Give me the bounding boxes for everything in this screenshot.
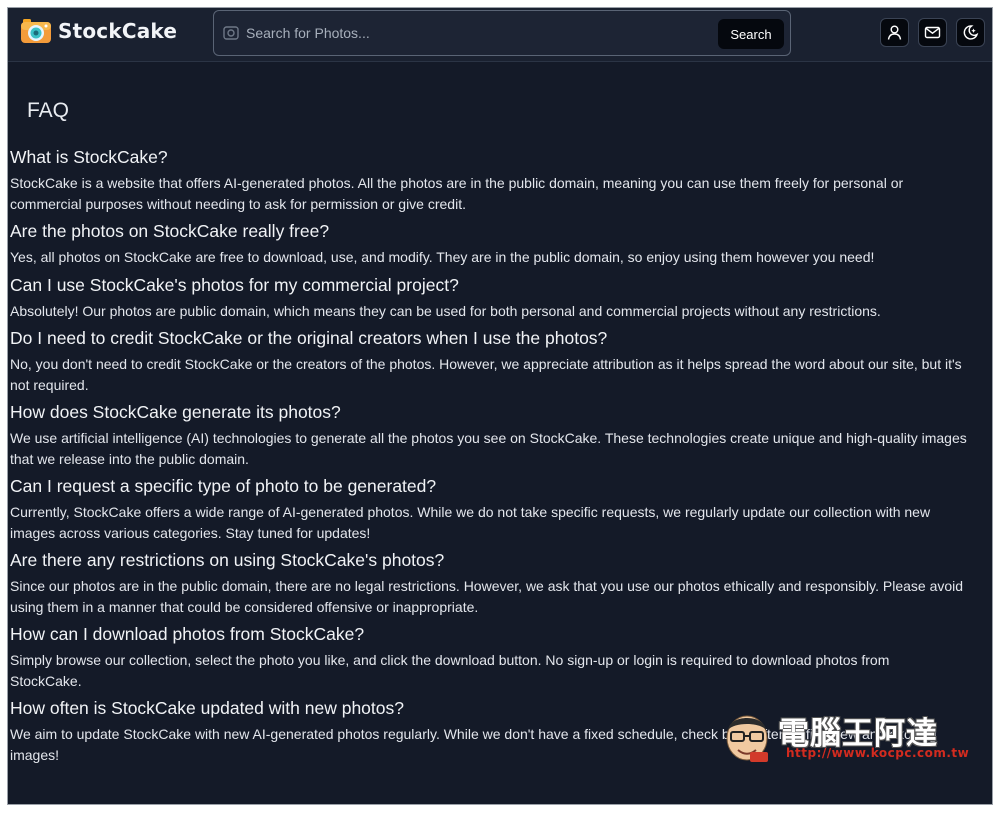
faq-question: Are the photos on StockCake really free? <box>10 221 330 241</box>
search-button[interactable]: Search <box>718 19 784 49</box>
faq-answer: Currently, StockCake offers a wide range… <box>10 502 992 543</box>
search-bar: Search <box>213 10 791 56</box>
faq-list: What is StockCake? StockCake is a websit… <box>10 145 992 770</box>
faq-answer: We use artificial intelligence (AI) tech… <box>10 428 992 469</box>
faq-answer-line: images! <box>10 746 60 763</box>
faq-answer-line: Yes, all photos on StockCake are free to… <box>10 249 875 265</box>
search-input[interactable] <box>246 19 706 47</box>
faq-item: Are there any restrictions on using Stoc… <box>10 548 992 617</box>
logo[interactable]: StockCake <box>20 17 177 44</box>
faq-answer: Absolutely! Our photos are public domain… <box>10 301 992 322</box>
browser-viewport: StockCake Search for Photos... Search FA… <box>7 7 993 805</box>
camera-cake-icon <box>21 19 51 43</box>
theme-toggle-button[interactable] <box>956 18 985 47</box>
contact-button[interactable] <box>918 18 947 47</box>
faq-answer-line: Since our photos are in the public domai… <box>10 578 964 594</box>
faq-answer: Simply browse our collection, select the… <box>10 650 992 691</box>
faq-question: What is StockCake? <box>10 147 168 167</box>
faq-answer: No, you don't need to credit StockCake o… <box>10 354 992 395</box>
faq-answer-line: StockCake is a website that offers AI-ge… <box>10 175 904 191</box>
mascot-face-icon <box>726 715 768 762</box>
mail-icon <box>924 26 941 39</box>
faq-answer-line: that we release into the public domain. <box>10 450 249 467</box>
faq-question: Can I use StockCake's photos for my comm… <box>10 274 459 295</box>
faq-item: Can I use StockCake's photos for my comm… <box>10 273 992 322</box>
watermark: 電腦王阿達 http://www.kocpc.com.tw <box>718 706 988 768</box>
faq-item: What is StockCake? StockCake is a websit… <box>10 145 992 214</box>
watermark-url: http://www.kocpc.com.tw <box>786 746 970 760</box>
faq-answer-line: Absolutely! Our photos are public domain… <box>10 302 881 319</box>
page-title: FAQ <box>27 99 70 122</box>
account-button[interactable] <box>880 18 909 47</box>
faq-answer-line: Currently, StockCake offers a wide range… <box>10 504 931 520</box>
faq-question: Can I request a specific type of photo t… <box>10 476 437 496</box>
faq-answer-line: commercial purposes without needing to a… <box>10 195 466 212</box>
faq-item: How can I download photos from StockCake… <box>10 622 992 691</box>
faq-answer-line: StockCake. <box>10 672 82 689</box>
logo-text: StockCake <box>58 18 178 43</box>
theme-toggle-icon <box>963 25 979 40</box>
faq-question: How can I download photos from StockCake… <box>10 624 365 644</box>
faq-item: How does StockCake generate its photos? … <box>10 400 992 469</box>
user-icon <box>887 25 902 40</box>
faq-answer-line: using them in a manner that could be con… <box>10 598 479 615</box>
top-navbar: StockCake Search <box>8 8 992 62</box>
faq-item: Are the photos on StockCake really free?… <box>10 219 992 268</box>
camera-search-icon[interactable] <box>222 24 240 42</box>
faq-answer: Since our photos are in the public domai… <box>10 576 992 617</box>
faq-answer-line: images across various categories. Stay t… <box>10 524 371 541</box>
faq-item: Can I request a specific type of photo t… <box>10 474 992 543</box>
faq-answer: Yes, all photos on StockCake are free to… <box>10 247 992 268</box>
faq-answer: StockCake is a website that offers AI-ge… <box>10 173 992 214</box>
faq-answer-line: We use artificial intelligence (AI) tech… <box>10 430 967 446</box>
faq-question: How does StockCake generate its photos? <box>10 402 341 422</box>
faq-item: Do I need to credit StockCake or the ori… <box>10 326 992 395</box>
faq-question: Do I need to credit StockCake or the ori… <box>10 328 608 348</box>
faq-answer-line: not required. <box>10 376 89 393</box>
faq-answer-line: No, you don't need to credit StockCake o… <box>10 356 962 372</box>
faq-question: Are there any restrictions on using Stoc… <box>10 550 445 570</box>
faq-answer-line: Simply browse our collection, select the… <box>10 652 890 668</box>
